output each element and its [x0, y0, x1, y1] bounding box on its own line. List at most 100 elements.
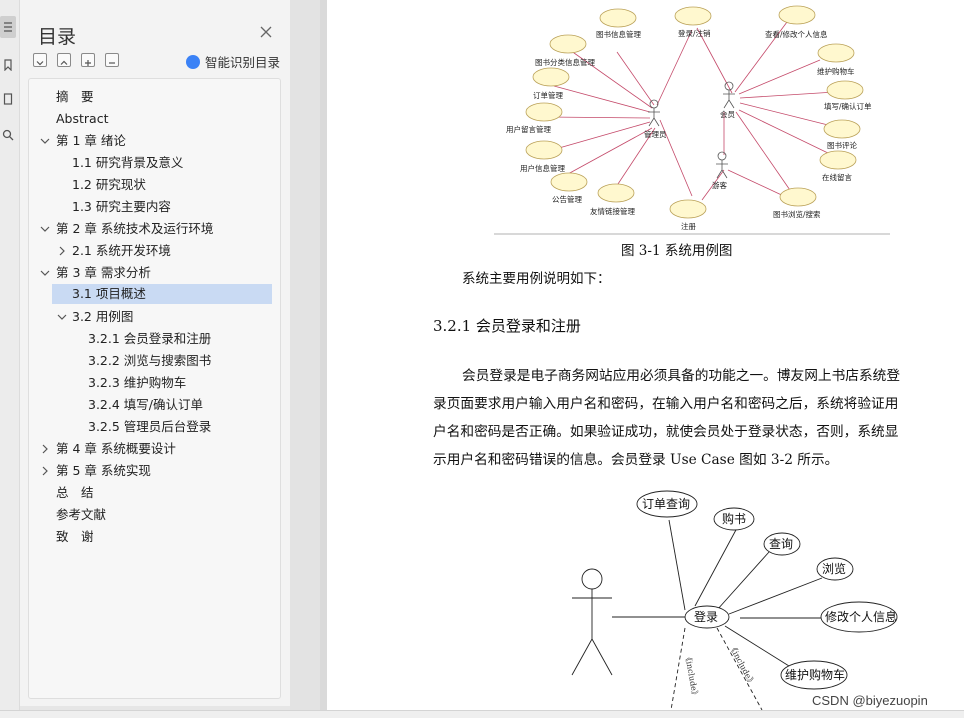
- toc-item[interactable]: 致 谢: [56, 527, 94, 547]
- fig1-uc-label: 用户留言管理: [506, 124, 551, 134]
- minus-icon: [109, 62, 115, 64]
- bookmark-icon: [4, 59, 12, 71]
- toc-item-label: 2.1 系统开发环境: [72, 243, 171, 258]
- search-icon: [2, 129, 14, 141]
- chevron-down-icon: [36, 61, 44, 66]
- toc-item[interactable]: 总 结: [56, 483, 94, 503]
- expand-one-button[interactable]: [57, 53, 71, 67]
- toc-item-label: 3.2.1 会员登录和注册: [88, 331, 212, 346]
- expand-all-button[interactable]: [81, 53, 95, 67]
- toc-item[interactable]: 3.2 用例图: [72, 307, 133, 327]
- toc-item[interactable]: 3.2.1 会员登录和注册: [88, 329, 211, 349]
- toc-item-label: 致 谢: [56, 529, 94, 544]
- fig1-uc-label: 维护购物车: [817, 66, 855, 76]
- toc-item[interactable]: 第 5 章 系统实现: [56, 461, 151, 481]
- collapse-one-button[interactable]: [33, 53, 47, 67]
- chevron-right-icon[interactable]: [40, 439, 50, 459]
- smart-toc-icon: [186, 54, 200, 69]
- search-tool[interactable]: [0, 124, 16, 146]
- toc-item-label: 第 2 章 系统技术及运行环境: [56, 221, 214, 236]
- intro-text: 系统主要用例说明如下：: [462, 271, 611, 287]
- paragraph-line: 户名和密码是否正确。如果验证成功，就使会员处于登录状态，否则，系统显: [433, 424, 899, 440]
- toc-item[interactable]: 第 1 章 绪论: [56, 131, 126, 151]
- fig1-actor-member: 会员: [720, 109, 735, 119]
- fig1-uc-label: 友情链接管理: [590, 206, 635, 216]
- toc-item[interactable]: 第 3 章 需求分析: [56, 263, 151, 283]
- fig1-uc-label: 在线留言: [822, 172, 852, 182]
- fig2-uc-label: 查询: [769, 537, 793, 551]
- toc-item[interactable]: 第 4 章 系统概要设计: [56, 439, 176, 459]
- fig2-include-label: 《include》: [683, 653, 700, 700]
- fig2-include-label: 《include》: [727, 643, 756, 688]
- toc-item[interactable]: 1.1 研究背景及意义: [72, 153, 183, 173]
- toc-item[interactable]: 3.2.4 填写/确认订单: [88, 395, 203, 415]
- toc-item-label: 3.2.3 维护购物车: [88, 375, 187, 390]
- plus-icon: [85, 60, 91, 66]
- fig1-actor-admin: 管理员: [644, 129, 667, 139]
- watermark: CSDN @biyezuopin: [812, 693, 928, 708]
- toc-item-label: 1.2 研究现状: [72, 177, 146, 192]
- section-heading: 3.2.1 会员登录和注册: [433, 317, 581, 335]
- toc-item-label: 第 5 章 系统实现: [56, 463, 151, 478]
- toc-panel-toggle[interactable]: [0, 16, 16, 38]
- toc-list: 摘 要 Abstract 第 1 章 绪论 1.1 研究背景及意义 1.2 研究…: [28, 78, 281, 699]
- paragraph-line: 录页面要求用户输入用户名和密码，在输入用户名和密码之后，系统将验证用: [433, 396, 899, 412]
- fig2-uc-label: 订单查询: [642, 497, 690, 511]
- toc-title: 目录: [38, 26, 77, 48]
- fig1-actor-guest: 游客: [712, 180, 727, 190]
- collapse-all-button[interactable]: [105, 53, 119, 67]
- toc-item-label: 总 结: [56, 485, 94, 500]
- fig1-uc-label: 图书评论: [827, 140, 857, 150]
- toc-item[interactable]: 3.2.2 浏览与搜索图书: [88, 351, 211, 371]
- toc-item-label: 1.3 研究主要内容: [72, 199, 171, 214]
- chevron-up-icon: [60, 60, 68, 65]
- paragraph-line: 会员登录是电子商务网站应用必须具备的功能之一。博友网上书店系统登: [462, 368, 901, 384]
- toc-item-label: 摘 要: [56, 89, 94, 104]
- smart-toc-label: 智能识别目录: [205, 55, 281, 70]
- toc-item-label: 3.2.4 填写/确认订单: [88, 397, 203, 412]
- chevron-down-icon[interactable]: [40, 219, 50, 239]
- smart-toc-button[interactable]: 智能识别目录: [186, 52, 280, 71]
- status-bar: [0, 710, 964, 718]
- toc-item-label: Abstract: [56, 111, 109, 126]
- toc-item[interactable]: 1.3 研究主要内容: [72, 197, 171, 217]
- paragraph-line: 示用户名和密码错误的信息。会员登录 Use Case 图如 3-2 所示。: [433, 452, 839, 468]
- page-icon: [3, 93, 13, 105]
- page-gutter: [320, 0, 327, 718]
- toc-item[interactable]: 1.2 研究现状: [72, 175, 146, 195]
- chevron-down-icon[interactable]: [40, 263, 50, 283]
- fig2-uc-label: 修改个人信息: [825, 609, 897, 624]
- toc-close-button[interactable]: [258, 24, 274, 40]
- page-tool[interactable]: [0, 88, 16, 110]
- toc-panel: 目录 智能识别目录 摘 要 Abstract 第 1 章 绪论 1.1 研究背景…: [20, 0, 290, 706]
- toc-item-selected[interactable]: 3.1 项目概述: [52, 284, 272, 304]
- chevron-down-icon[interactable]: [57, 307, 67, 327]
- toc-item[interactable]: Abstract: [56, 109, 108, 129]
- figure-3-2-login-use-case: 登录 订单查询 购书 查询 浏览 修改个人信息 维护购物车 《include》 …: [571, 490, 898, 710]
- toc-item-label: 第 3 章 需求分析: [56, 265, 151, 280]
- app-window: 目录 智能识别目录 摘 要 Abstract 第 1 章 绪论 1.1 研究背景…: [0, 0, 964, 718]
- fig1-uc-label: 图书浏览/搜索: [773, 209, 821, 219]
- fig1-uc-label: 查看/修改个人信息: [765, 29, 828, 39]
- figure-caption: 图 3-1 系统用例图: [621, 243, 733, 259]
- toc-item[interactable]: 3.2.5 管理员后台登录: [88, 417, 211, 437]
- toc-item[interactable]: 摘 要: [56, 87, 94, 107]
- toc-item-label: 第 4 章 系统概要设计: [56, 441, 176, 456]
- document-page: 管理员 会员 游客 图书信息管理 登录/注销 查看/修改个人信息 图书分类信息管…: [327, 0, 964, 710]
- bookmark-tool[interactable]: [0, 54, 16, 76]
- chevron-right-icon[interactable]: [57, 241, 67, 261]
- toc-item-label: 第 1 章 绪论: [56, 133, 126, 148]
- chevron-down-icon[interactable]: [40, 131, 50, 151]
- toc-item[interactable]: 3.2.3 维护购物车: [88, 373, 186, 393]
- toc-item-label: 3.2.5 管理员后台登录: [88, 419, 212, 434]
- toc-item-label: 3.2 用例图: [72, 309, 134, 324]
- toc-item-label: 3.2.2 浏览与搜索图书: [88, 353, 212, 368]
- fig1-uc-label: 注册: [681, 221, 696, 231]
- fig2-uc-label: 购书: [722, 511, 746, 526]
- toc-item[interactable]: 第 2 章 系统技术及运行环境: [56, 219, 213, 239]
- tool-strip: [0, 0, 20, 718]
- toc-item[interactable]: 参考文献: [56, 505, 106, 525]
- chevron-right-icon[interactable]: [40, 461, 50, 481]
- toc-item[interactable]: 2.1 系统开发环境: [72, 241, 171, 261]
- toc-item-label: 1.1 研究背景及意义: [72, 155, 184, 170]
